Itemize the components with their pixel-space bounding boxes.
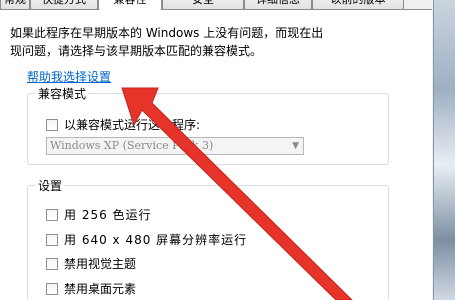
option-640x480-row[interactable]: 用 640 x 480 屏幕分辨率运行 bbox=[46, 231, 247, 248]
option-disable-themes-label: 禁用视觉主题 bbox=[64, 257, 137, 271]
os-version-select[interactable]: Windows XP (Service Pack 3) ▼ bbox=[46, 137, 304, 155]
option-disable-desktop-label: 禁用桌面元素 bbox=[64, 282, 137, 296]
help-me-choose-link[interactable]: 帮助我选择设置 bbox=[27, 68, 111, 85]
option-256-color-checkbox[interactable] bbox=[46, 208, 58, 221]
compat-mode-checkbox-row[interactable]: 以兼容模式运行这个程序: bbox=[46, 116, 200, 133]
description-line-2: 现问题，请选择与该早期版本匹配的兼容模式。 bbox=[10, 44, 263, 58]
option-disable-desktop-row[interactable]: 禁用桌面元素 bbox=[46, 280, 136, 297]
settings-title: 设置 bbox=[36, 177, 65, 194]
os-version-value: Windows XP (Service Pack 3) bbox=[50, 139, 214, 152]
description-text: 如果此程序在早期版本的 Windows 上没有问题，而现在出 现问题，请选择与该… bbox=[10, 24, 420, 60]
compat-mode-label: 以兼容模式运行这个程序: bbox=[64, 118, 201, 132]
option-640x480-label: 用 640 x 480 屏幕分辨率运行 bbox=[64, 233, 248, 247]
option-disable-themes-row[interactable]: 禁用视觉主题 bbox=[46, 255, 136, 272]
compat-mode-checkbox[interactable] bbox=[46, 118, 58, 131]
compatibility-mode-title: 兼容模式 bbox=[36, 85, 89, 102]
chevron-down-icon: ▼ bbox=[292, 141, 299, 151]
properties-dialog: 常规 快捷方式 兼容性 安全 详细信息 以前的版本 如果此程序在早期版本的 Wi… bbox=[0, 0, 434, 300]
option-256-color-row[interactable]: 用 256 色运行 bbox=[46, 206, 152, 223]
option-256-color-label: 用 256 色运行 bbox=[64, 208, 152, 222]
tab-compatibility[interactable]: 兼容性 bbox=[98, 0, 162, 10]
option-640x480-checkbox[interactable] bbox=[46, 233, 58, 246]
option-disable-themes-checkbox[interactable] bbox=[46, 257, 58, 270]
description-line-1: 如果此程序在早期版本的 Windows 上没有问题，而现在出 bbox=[10, 26, 324, 40]
option-disable-desktop-checkbox[interactable] bbox=[46, 282, 58, 295]
